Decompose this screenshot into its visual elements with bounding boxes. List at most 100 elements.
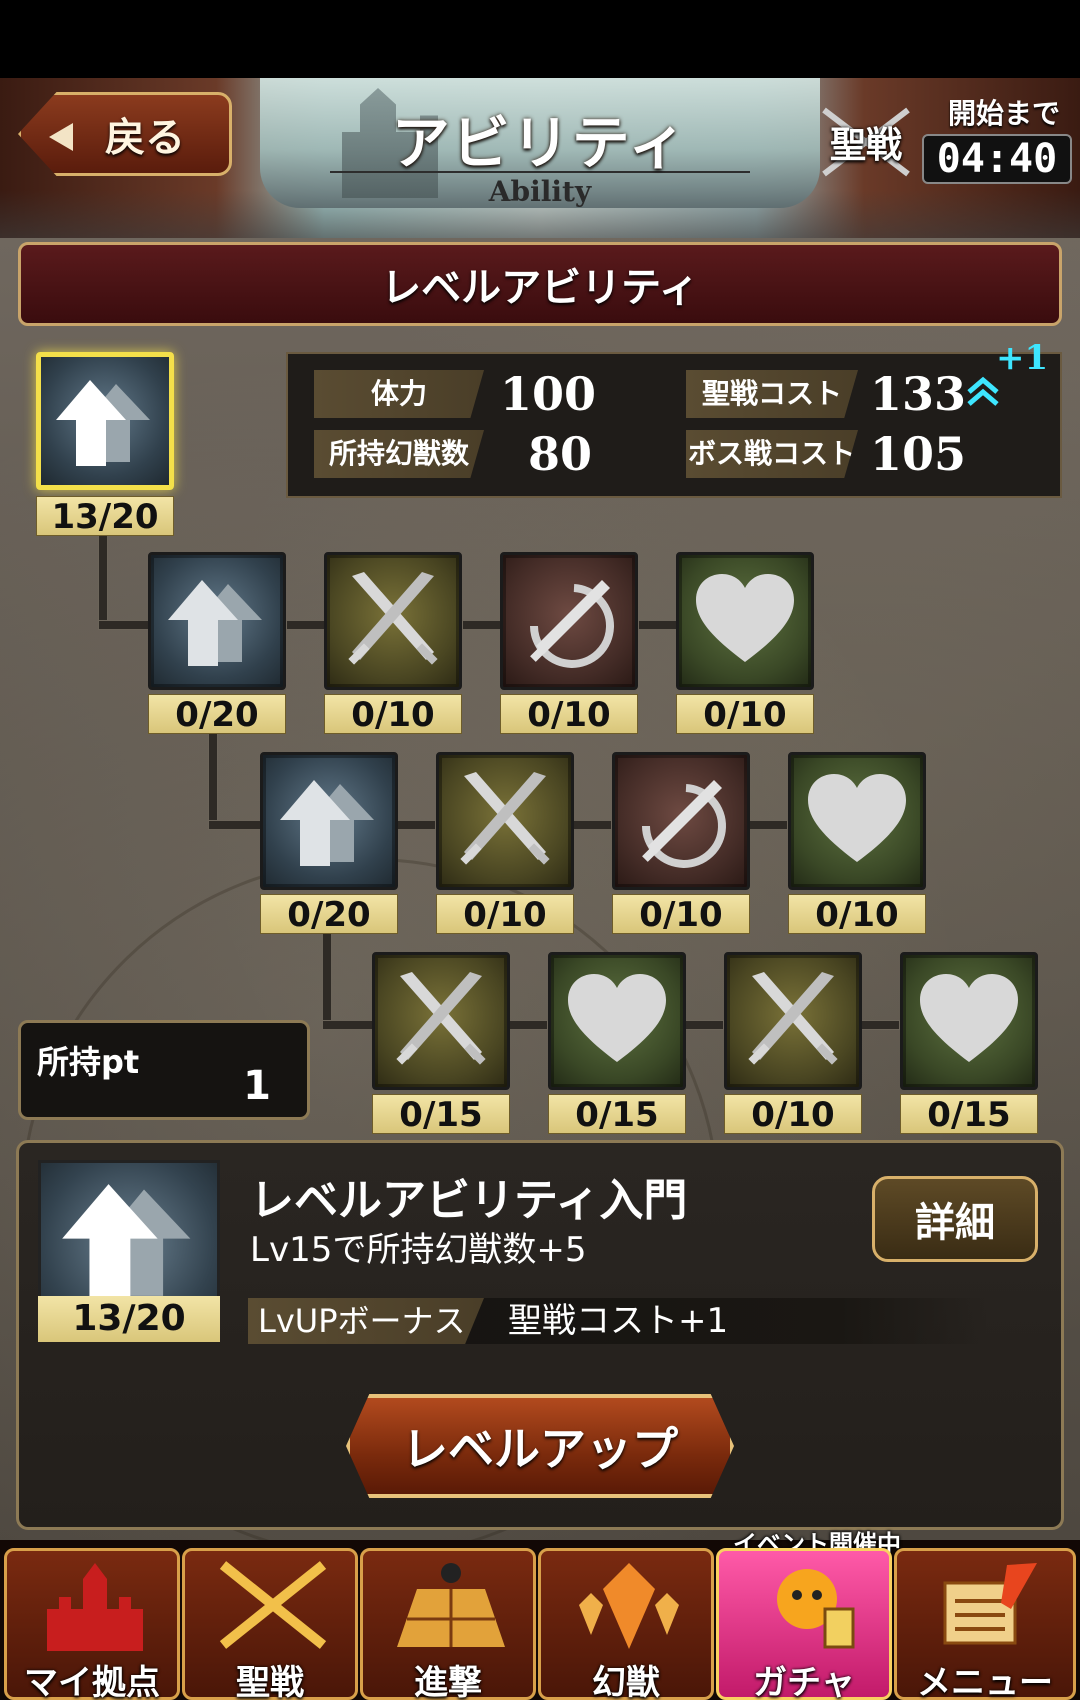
- ability-count: 0/15: [900, 1094, 1038, 1135]
- nav-label: 進撃: [414, 1663, 482, 1700]
- crystal-icon: [579, 1563, 679, 1649]
- tree-connector: [286, 620, 326, 630]
- ability-node-root[interactable]: [36, 352, 174, 490]
- ability-node-r2-4[interactable]: [788, 752, 926, 890]
- tree-connector: [396, 820, 436, 830]
- owned-points-label: 所持pt: [37, 1043, 140, 1081]
- holy-war-label: 聖戦: [829, 124, 902, 166]
- ability-node-r1-4[interactable]: [676, 552, 814, 690]
- gacha-mascot-icon: [777, 1569, 855, 1649]
- sword-slash-icon: [642, 780, 726, 868]
- ability-node-r3-4[interactable]: [900, 952, 1038, 1090]
- double-arrow-up-icon: [168, 580, 262, 666]
- tree-connector: [860, 1020, 900, 1030]
- page-title: アビリティ: [391, 109, 689, 177]
- ability-count: 0/15: [548, 1094, 686, 1135]
- tree-connector: [748, 820, 788, 830]
- double-chevron-up-icon: [967, 376, 999, 406]
- tree-connector: [322, 930, 332, 1030]
- ability-count: 0/10: [724, 1094, 862, 1135]
- castle-icon: [47, 1563, 143, 1651]
- holy-war-cost-change: +1: [996, 338, 1049, 378]
- nav-advance[interactable]: 進撃: [360, 1548, 536, 1700]
- tree-connector: [638, 620, 678, 630]
- crossed-swords-icon: [348, 572, 438, 665]
- nav-label: メニュー: [917, 1663, 1053, 1700]
- ability-count: 0/15: [372, 1094, 510, 1135]
- sword-slash-icon: [530, 580, 614, 668]
- stamina-value: 100: [500, 367, 597, 421]
- nav-label: 聖戦: [236, 1663, 304, 1700]
- nav-my-base[interactable]: マイ拠点: [4, 1548, 180, 1700]
- selected-ability-count: 13/20: [38, 1296, 220, 1342]
- boss-cost-label: ボス戦コスト: [686, 430, 858, 478]
- chevron-left-icon: [49, 123, 73, 151]
- tree-connector: [322, 1020, 374, 1030]
- ability-node-r1-3[interactable]: [500, 552, 638, 690]
- nav-beasts[interactable]: 幻獣: [538, 1548, 714, 1700]
- status-bar: [0, 0, 1080, 78]
- heart-icon: [920, 974, 1018, 1062]
- tree-connector: [684, 1020, 724, 1030]
- crossed-swords-icon: [748, 972, 838, 1065]
- ability-count: 0/20: [148, 694, 286, 735]
- ability-count: 0/20: [260, 894, 398, 935]
- countdown-timer: 04:40: [922, 134, 1072, 184]
- double-arrow-up-icon: [56, 380, 150, 466]
- back-button[interactable]: 戻る: [18, 92, 232, 176]
- ability-node-r2-3[interactable]: [612, 752, 750, 890]
- level-up-label: レベルアップ: [402, 1422, 678, 1476]
- ability-node-r3-3[interactable]: [724, 952, 862, 1090]
- ability-count: 0/10: [788, 894, 926, 935]
- ability-node-r2-2[interactable]: [436, 752, 574, 890]
- tree-connector: [208, 730, 218, 830]
- ability-count: 0/10: [676, 694, 814, 735]
- section-banner: レベルアビリティ: [18, 242, 1062, 326]
- details-button[interactable]: 詳細: [872, 1176, 1038, 1262]
- levelup-bonus-label: LvUPボーナス: [248, 1298, 484, 1344]
- scroll-quill-icon: [943, 1563, 1037, 1645]
- ability-description: Lv15で所持幻獣数+5: [250, 1230, 587, 1270]
- tree-connector: [508, 1020, 548, 1030]
- holy-war-cost-label: 聖戦コスト: [686, 370, 858, 418]
- nav-label: マイ拠点: [24, 1663, 160, 1700]
- double-arrow-up-icon: [280, 780, 374, 866]
- nav-label: 幻獣: [592, 1663, 660, 1700]
- level-up-button[interactable]: レベルアップ: [346, 1394, 734, 1498]
- ability-count-root: 13/20: [36, 496, 174, 537]
- ability-node-r3-1[interactable]: [372, 952, 510, 1090]
- tree-connector: [462, 620, 502, 630]
- holy-war-badge[interactable]: 聖戦: [818, 104, 914, 180]
- nav-label: ガチャ: [753, 1663, 855, 1700]
- owned-beasts-label: 所持幻獣数: [314, 430, 484, 478]
- ability-count: 0/10: [612, 894, 750, 935]
- page-subtitle: Ability: [488, 175, 592, 208]
- ability-node-r2-1[interactable]: [260, 752, 398, 890]
- crossed-swords-icon: [219, 1561, 327, 1649]
- crossed-swords-icon: [396, 972, 486, 1065]
- back-button-label: 戻る: [105, 114, 185, 161]
- levelup-bonus-value: 聖戦コスト+1: [508, 1301, 729, 1341]
- ability-count: 0/10: [436, 894, 574, 935]
- ability-node-r1-2[interactable]: [324, 552, 462, 690]
- tree-connector: [572, 820, 612, 830]
- ability-count: 0/10: [500, 694, 638, 735]
- nav-holy-war[interactable]: 聖戦: [182, 1548, 358, 1700]
- ability-node-r3-2[interactable]: [548, 952, 686, 1090]
- owned-beasts-value: 80: [528, 427, 593, 481]
- battle-map-icon: [397, 1563, 505, 1647]
- nav-menu[interactable]: メニュー: [894, 1548, 1076, 1700]
- holy-war-cost-value: 133: [870, 367, 967, 421]
- heart-icon: [568, 974, 666, 1062]
- heart-icon: [808, 774, 906, 862]
- ability-count: 0/10: [324, 694, 462, 735]
- stamina-label: 体力: [314, 370, 484, 418]
- ability-node-r1-1[interactable]: [148, 552, 286, 690]
- ability-name: レベルアビリティ入門: [250, 1175, 688, 1226]
- boss-cost-value: 105: [870, 427, 967, 481]
- double-arrow-up-icon: [62, 1184, 191, 1302]
- nav-gacha[interactable]: ガチャ: [716, 1548, 892, 1700]
- section-title: レベルアビリティ: [381, 264, 699, 311]
- crossed-swords-icon: [460, 772, 550, 865]
- heart-icon: [696, 574, 794, 662]
